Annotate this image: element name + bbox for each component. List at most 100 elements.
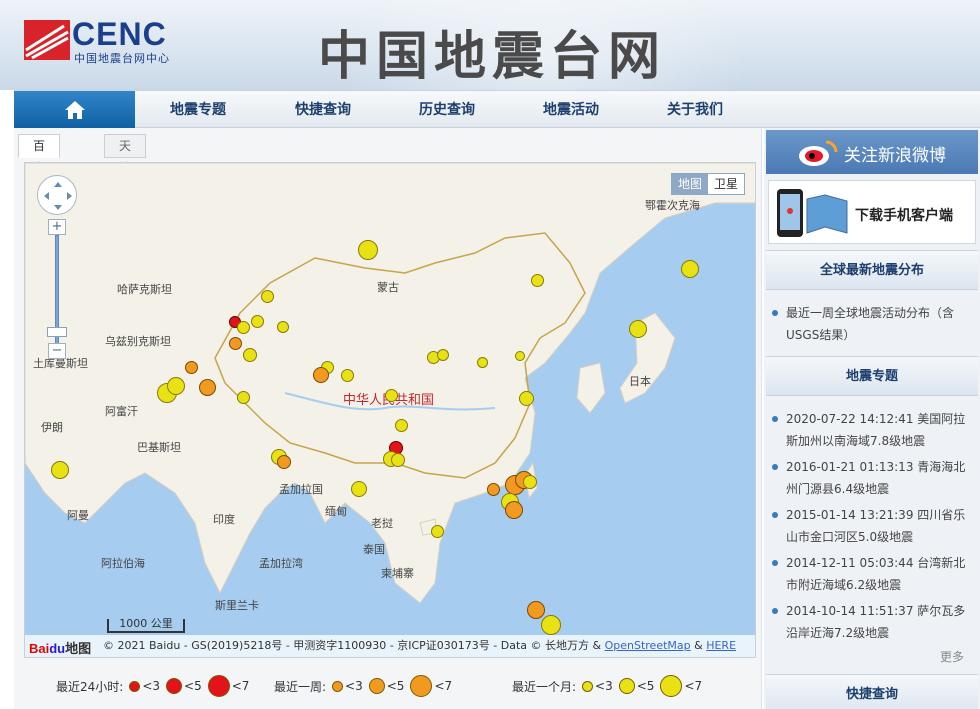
weibo-follow-button[interactable]: 关注新浪微博 (766, 130, 978, 174)
list-item[interactable]: 2015-01-14 13:21:39 四川省乐山市金口河区5.0级地震 (772, 504, 972, 548)
earthquake-marker[interactable] (358, 240, 378, 260)
label-arabian-sea: 阿拉伯海 (101, 557, 145, 570)
label-cambodia: 柬埔寨 (381, 567, 414, 580)
here-link[interactable]: HERE (706, 639, 736, 652)
map-legend: 最近24小时: <3 <5 <7 最近一周: <3 <5 <7 最近一个月: <… (14, 674, 762, 698)
legend-dot-medium (368, 678, 385, 694)
earthquake-marker[interactable] (515, 351, 525, 361)
zoom-in-button[interactable]: + (48, 219, 66, 235)
earthquake-marker[interactable] (351, 481, 367, 497)
legend-dot-medium (166, 678, 183, 694)
nav-item-activity[interactable]: 地震活动 (543, 91, 599, 129)
phone-map-icon (777, 189, 848, 237)
earthquake-marker[interactable] (541, 615, 561, 635)
label-okhotsk: 鄂霍次克海 (645, 199, 700, 212)
legend-week-item-2: <5 (386, 679, 405, 693)
zoom-out-button[interactable]: − (48, 343, 66, 359)
earthquake-marker[interactable] (237, 391, 250, 404)
quick-query-heading[interactable]: 快捷查询 (766, 674, 978, 709)
list-item[interactable]: 2016-01-21 01:13:13 青海海北州门源县6.4级地震 (772, 456, 972, 500)
earthquake-marker[interactable] (519, 391, 534, 406)
earthquake-marker[interactable] (261, 290, 274, 303)
logo-text: CENC (72, 16, 167, 52)
global-quakes-list: 最近一周全球地震活动分布（含USGS结果） (772, 302, 972, 350)
label-pakistan: 巴基斯坦 (137, 441, 181, 454)
map-type-map-button[interactable]: 地图 (671, 174, 708, 194)
earthquake-marker[interactable] (199, 379, 216, 396)
app-download-label: 下载手机客户端 (855, 208, 953, 224)
list-item[interactable]: 最近一周全球地震活动分布（含USGS结果） (772, 302, 972, 346)
baidu-logo[interactable]: Baidu地图 (29, 638, 91, 657)
label-oman: 阿曼 (67, 509, 89, 522)
home-icon (64, 101, 85, 119)
label-bangladesh: 孟加拉国 (279, 483, 323, 496)
earthquake-marker[interactable] (391, 453, 405, 467)
nav-item-quick-query[interactable]: 快捷查询 (295, 91, 351, 129)
earthquake-marker[interactable] (527, 601, 545, 619)
earthquake-marker[interactable] (277, 455, 291, 469)
earthquake-marker[interactable] (523, 475, 537, 489)
map-type-satellite-button[interactable]: 卫星 (708, 174, 744, 194)
nav-home-button[interactable] (14, 91, 135, 129)
earthquake-marker[interactable] (51, 461, 69, 479)
legend-month-item-2: <5 (636, 679, 655, 693)
earthquake-marker[interactable] (437, 349, 449, 361)
more-link[interactable]: 更多 (940, 648, 964, 665)
legend-dot-small (332, 680, 344, 692)
label-uzbekistan: 乌兹别克斯坦 (105, 335, 171, 348)
pan-control[interactable] (37, 175, 77, 215)
osm-link[interactable]: OpenStreetMap (605, 639, 691, 652)
sidebar: 关注新浪微博 下载手机客户端 全球最新地震分布 最近一周全球地震活动分布（含US… (764, 128, 980, 709)
nav-item-topics[interactable]: 地震专题 (170, 91, 226, 129)
nav-item-history-query[interactable]: 历史查询 (419, 91, 475, 129)
earthquake-marker[interactable] (341, 369, 354, 382)
cenc-logo-mark-icon (24, 20, 70, 60)
earthquake-marker[interactable] (505, 501, 523, 519)
earthquake-marker[interactable] (185, 361, 198, 374)
earthquake-marker[interactable] (313, 367, 329, 383)
earthquake-marker[interactable] (629, 320, 647, 338)
legend-24h-item-1: <3 (142, 679, 161, 693)
legend-week-item-3: <7 (434, 679, 453, 693)
label-thailand: 泰国 (363, 543, 385, 556)
earthquake-marker[interactable] (277, 321, 289, 333)
earthquake-marker[interactable] (477, 357, 488, 368)
legend-dot-small (129, 680, 141, 692)
legend-month-item-1: <3 (595, 679, 613, 693)
legend-week-label: 最近一周: (274, 679, 327, 694)
earthquake-marker[interactable] (385, 389, 398, 402)
list-item[interactable]: 2014-12-11 05:03:44 台湾新北市附近海域6.2级地震 (772, 552, 972, 596)
earthquake-marker[interactable] (487, 483, 500, 496)
legend-month: 最近一个月: <3 <5 <7 (512, 674, 702, 698)
topics-heading[interactable]: 地震专题 (766, 356, 978, 396)
earthquake-marker[interactable] (251, 315, 264, 328)
legend-dot-large (410, 675, 433, 697)
attribution-text: © 2021 Baidu - GS(2019)5218号 - 甲测资字11009… (103, 639, 605, 652)
earthquake-marker[interactable] (531, 274, 544, 287)
label-iran: 伊朗 (41, 421, 63, 434)
label-kazakhstan: 哈萨克斯坦 (117, 283, 172, 296)
global-quakes-heading[interactable]: 全球最新地震分布 (766, 250, 978, 290)
app-download-banner[interactable]: 下载手机客户端 (768, 180, 976, 244)
cenc-logo[interactable]: CENC 中国地震台网中心 (24, 16, 194, 68)
earthquake-marker[interactable] (243, 348, 257, 362)
list-item[interactable]: 2020-07-22 14:12:41 美国阿拉斯加州以南海域7.8级地震 (772, 408, 972, 452)
korea-land (576, 362, 606, 414)
earthquake-marker[interactable] (395, 419, 408, 432)
zoom-slider-handle[interactable] (47, 327, 67, 337)
label-afghanistan: 阿富汗 (105, 405, 138, 418)
earthquake-marker[interactable] (237, 321, 250, 334)
tab-tianditu[interactable]: 天地图 (104, 134, 147, 197)
earthquake-marker[interactable] (167, 377, 185, 395)
earthquake-map[interactable]: 鄂霍次克海 哈萨克斯坦 蒙古 乌兹别克斯坦 土库曼斯坦 阿富汗 伊朗 巴基斯坦 … (24, 162, 756, 658)
earthquake-marker[interactable] (431, 525, 444, 538)
tab-baidu-map[interactable]: 百度地图 (18, 134, 61, 219)
label-japan: 日本 (629, 375, 651, 388)
nav-item-about[interactable]: 关于我们 (667, 91, 723, 129)
legend-dot-large (660, 675, 683, 697)
earthquake-marker[interactable] (229, 337, 242, 350)
topics-list: 2020-07-22 14:12:41 美国阿拉斯加州以南海域7.8级地震 20… (772, 408, 972, 648)
list-item[interactable]: 2014-10-14 11:51:37 萨尔瓦多沿岸近海7.2级地震 (772, 600, 972, 644)
earthquake-marker[interactable] (681, 260, 699, 278)
map-attribution: Baidu地图 © 2021 Baidu - GS(2019)5218号 - 甲… (25, 635, 755, 657)
